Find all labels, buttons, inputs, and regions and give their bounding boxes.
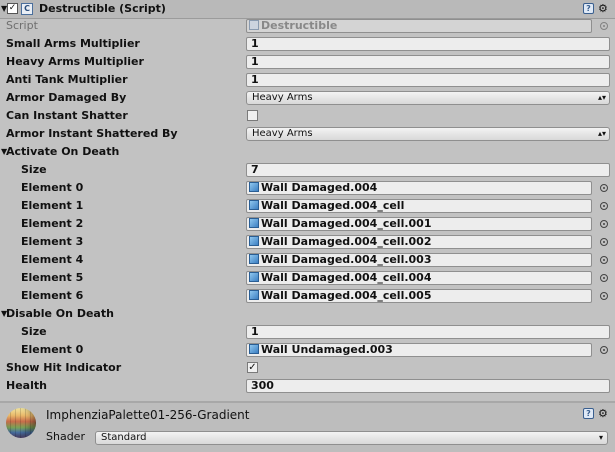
activate-element-value: Wall Damaged.004_cell.002 [261,235,432,248]
script-field: Destructible [246,19,592,33]
activate-element-value: Wall Damaged.004_cell.005 [261,289,432,302]
anti-tank-label: Anti Tank Multiplier [6,73,128,86]
object-picker-icon[interactable] [600,274,608,282]
activate-element-label: Element 0 [21,181,84,194]
small-arms-field[interactable]: 1 [246,37,610,51]
activate-element-value: Wall Damaged.004_cell.004 [261,271,432,284]
disable-on-death-label[interactable]: Disable On Death [6,305,114,323]
object-picker-icon[interactable] [600,184,608,192]
anti-tank-field[interactable]: 1 [246,73,610,87]
activate-element-label: Element 5 [21,271,84,284]
cube-icon [249,218,259,228]
armor-instant-shattered-by-label: Armor Instant Shattered By [6,127,178,140]
dropdown-arrow-icon: ▴▾ [597,129,606,138]
activate-size-field[interactable]: 7 [246,163,610,177]
activate-on-death-label[interactable]: Activate On Death [6,143,119,161]
activate-element-value: Wall Damaged.004_cell.003 [261,253,432,266]
activate-element-label: Element 4 [21,253,84,266]
activate-element-label: Element 1 [21,199,84,212]
material-name: ImphenziaPalette01-256-Gradient [46,408,250,422]
disable-size-field[interactable]: 1 [246,325,610,339]
material-section: ImphenziaPalette01-256-Gradient ? ⚙ Shad… [0,403,615,452]
can-instant-shatter-checkbox[interactable] [247,110,258,121]
shader-value: Standard [101,432,147,443]
cube-icon [249,236,259,246]
armor-instant-shattered-by-value: Heavy Arms [252,128,313,139]
script-value: Destructible [261,19,338,32]
cube-icon [249,272,259,282]
shader-dropdown[interactable]: Standard ▾ [95,431,608,445]
activate-element-field[interactable]: Wall Damaged.004_cell.005 [246,289,592,303]
armor-instant-shattered-by-dropdown[interactable]: Heavy Arms ▴▾ [246,127,610,141]
disable-element-field[interactable]: Wall Undamaged.003 [246,343,592,357]
disable-size-label: Size [21,325,47,338]
show-hit-indicator-label: Show Hit Indicator [6,361,122,374]
activate-element-value: Wall Damaged.004_cell [261,199,405,212]
heavy-arms-field[interactable]: 1 [246,55,610,69]
component-title: Destructible (Script) [39,2,166,15]
dropdown-arrow-icon: ▾ [598,433,603,442]
help-book-icon[interactable]: ? [583,3,594,14]
shader-label: Shader [46,430,85,443]
object-picker-icon[interactable] [600,292,608,300]
cube-icon [249,200,259,210]
material-preview-sphere[interactable] [6,408,36,438]
component-header[interactable]: ▼ ✓ C Destructible (Script) ? ⚙ [0,0,615,19]
health-label: Health [6,379,47,392]
enable-checkbox[interactable]: ✓ [7,3,18,14]
armor-damaged-by-label: Armor Damaged By [6,91,127,104]
help-book-icon[interactable]: ? [583,408,594,419]
show-hit-indicator-checkbox[interactable]: ✓ [247,362,258,373]
small-arms-label: Small Arms Multiplier [6,37,140,50]
gear-icon[interactable]: ⚙ [598,408,608,419]
health-field[interactable]: 300 [246,379,610,393]
disable-element-value: Wall Undamaged.003 [261,343,393,356]
gear-icon[interactable]: ⚙ [598,3,608,14]
object-picker-icon[interactable] [600,256,608,264]
activate-element-field[interactable]: Wall Damaged.004_cell [246,199,592,213]
activate-element-field[interactable]: Wall Damaged.004_cell.002 [246,235,592,249]
object-picker-icon[interactable] [600,220,608,228]
activate-element-field[interactable]: Wall Damaged.004_cell.004 [246,271,592,285]
activate-element-label: Element 2 [21,217,84,230]
script-asset-icon [249,20,259,30]
disable-element-label: Element 0 [21,343,84,356]
activate-element-field[interactable]: Wall Damaged.004_cell.003 [246,253,592,267]
cube-icon [249,344,259,354]
script-label: Script [6,19,38,32]
object-picker-icon[interactable] [600,346,608,354]
dropdown-arrow-icon: ▴▾ [597,93,606,102]
activate-element-label: Element 6 [21,289,84,302]
heavy-arms-label: Heavy Arms Multiplier [6,55,144,68]
can-instant-shatter-label: Can Instant Shatter [6,109,128,122]
activate-size-label: Size [21,163,47,176]
activate-element-value: Wall Damaged.004 [261,181,378,194]
activate-element-field[interactable]: Wall Damaged.004_cell.001 [246,217,592,231]
script-icon: C [21,3,33,15]
cube-icon [249,290,259,300]
object-picker-icon[interactable] [600,202,608,210]
object-picker-icon [600,22,608,30]
activate-element-field[interactable]: Wall Damaged.004 [246,181,592,195]
armor-damaged-by-value: Heavy Arms [252,92,313,103]
cube-icon [249,254,259,264]
activate-element-value: Wall Damaged.004_cell.001 [261,217,432,230]
cube-icon [249,182,259,192]
object-picker-icon[interactable] [600,238,608,246]
armor-damaged-by-dropdown[interactable]: Heavy Arms ▴▾ [246,91,610,105]
activate-element-label: Element 3 [21,235,84,248]
